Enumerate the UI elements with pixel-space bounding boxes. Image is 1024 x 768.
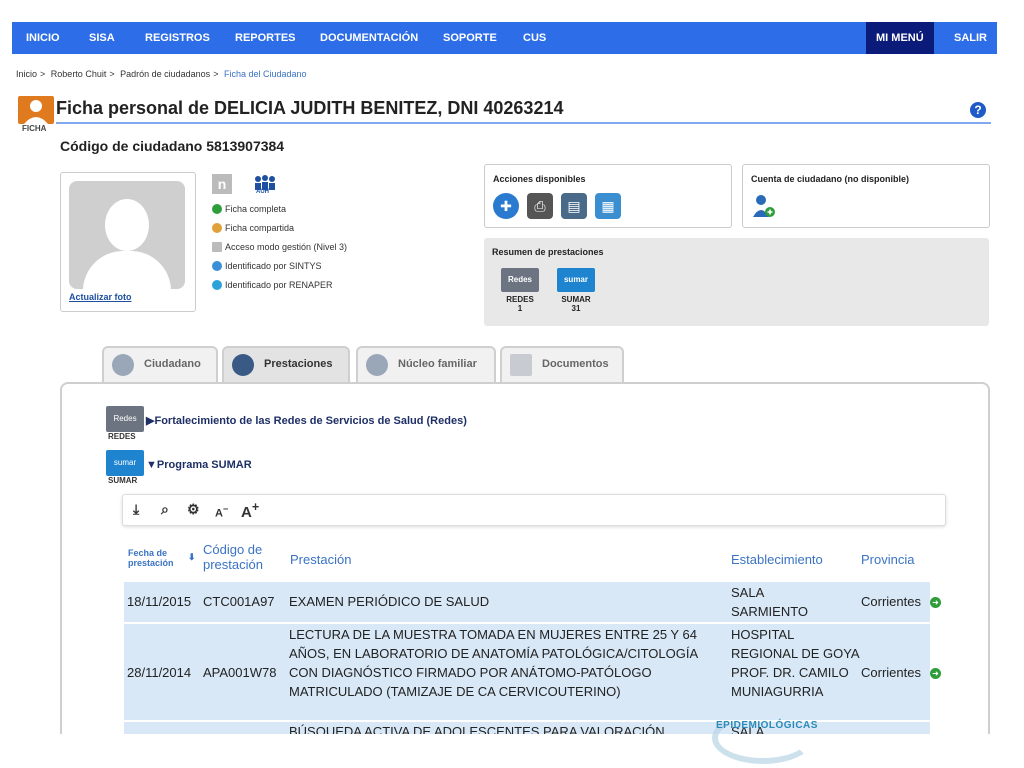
breadcrumb: Inicio > Roberto Chuit > Padrón de ciudada… bbox=[16, 69, 307, 79]
breadcrumb-current: Ficha del Ciudadano bbox=[223, 69, 307, 79]
ficha-icon-label: FICHA bbox=[22, 124, 47, 133]
check-icon bbox=[212, 203, 222, 214]
search-icon[interactable]: ⌕ bbox=[161, 501, 169, 518]
resumen-title: Resumen de prestaciones bbox=[492, 247, 604, 257]
acciones-title: Acciones disponibles bbox=[493, 174, 586, 184]
tab-prestaciones[interactable]: Prestaciones bbox=[222, 346, 350, 384]
table-row[interactable]: 18/11/2015 CTC001A97 EXAMEN PERIÓDICO DE… bbox=[124, 580, 941, 622]
photo-card: Actualizar foto bbox=[60, 172, 196, 312]
citizen-icon bbox=[112, 354, 134, 376]
cuenta-panel: Cuenta de ciudadano (no disponible) bbox=[742, 164, 990, 228]
calendar-icon[interactable]: ▦ bbox=[595, 193, 621, 219]
header-provincia[interactable]: Provincia bbox=[861, 552, 914, 567]
sumar-label: SUMAR bbox=[108, 476, 138, 485]
citizen-code: Código de ciudadano 5813907384 bbox=[60, 138, 285, 154]
nav-soporte[interactable]: SOPORTE bbox=[443, 22, 497, 54]
redes-label: REDES bbox=[108, 432, 136, 441]
n-icon: n bbox=[212, 174, 232, 194]
breadcrumb-item[interactable]: Roberto Chuit bbox=[51, 69, 107, 79]
nav-inicio[interactable]: INICIO bbox=[26, 22, 60, 54]
font-smaller-button[interactable]: A− bbox=[215, 504, 228, 520]
gear-icon[interactable]: ⚙ bbox=[187, 501, 200, 518]
header-codigo[interactable]: Código de prestación bbox=[203, 542, 283, 572]
cuenta-title: Cuenta de ciudadano (no disponible) bbox=[751, 174, 910, 184]
add-user-icon[interactable] bbox=[751, 193, 777, 224]
go-arrow-icon[interactable]: ➜ bbox=[930, 668, 941, 680]
print-card-icon[interactable]: ▤ bbox=[561, 193, 587, 219]
nav-sisa[interactable]: SISA bbox=[89, 22, 115, 54]
sintys-icon bbox=[212, 260, 222, 271]
breadcrumb-item[interactable]: Padrón de ciudadanos bbox=[120, 69, 210, 79]
nav-mi-menu[interactable]: MI MENÚ bbox=[866, 22, 934, 54]
status-item: Ficha completa bbox=[212, 199, 347, 218]
sumar-logo: sumar bbox=[557, 268, 595, 292]
vaccine-icon[interactable]: ✚ bbox=[493, 193, 519, 219]
tab-nucleo-familiar[interactable]: Núcleo familiar bbox=[356, 346, 496, 384]
header-fecha[interactable]: Fecha de prestación bbox=[128, 548, 184, 568]
footer-brand: EPIDEMIOLÓGICAS bbox=[716, 720, 818, 731]
sumar-logo: sumar bbox=[106, 450, 144, 476]
status-item: Identificado por RENAPER bbox=[212, 275, 347, 294]
nav-registros[interactable]: REGISTROS bbox=[145, 22, 210, 54]
top-nav: INICIO SISA REGISTROS REPORTES DOCUMENTA… bbox=[12, 22, 997, 54]
tab-ciudadano[interactable]: Ciudadano bbox=[102, 346, 218, 384]
document-icon bbox=[510, 354, 532, 376]
help-icon[interactable]: ? bbox=[970, 102, 986, 118]
prestaciones-icon bbox=[232, 354, 254, 376]
family-icon bbox=[366, 354, 388, 376]
table-row[interactable]: 28/11/2014 APA001W78 LECTURA DE LA MUEST… bbox=[124, 622, 941, 720]
program-sumar[interactable]: ▼Programa SUMAR bbox=[146, 459, 252, 471]
auh-icon: AUH bbox=[252, 174, 278, 198]
avatar bbox=[69, 181, 185, 289]
download-icon[interactable]: ⤓ bbox=[133, 501, 139, 518]
renaper-icon bbox=[212, 279, 222, 290]
redes-logo: Redes bbox=[106, 406, 144, 432]
title-divider bbox=[56, 122, 991, 124]
nav-cus[interactable]: CUS bbox=[523, 22, 546, 54]
status-item: Ficha compartida bbox=[212, 218, 347, 237]
nav-documentacion[interactable]: DOCUMENTACIÓN bbox=[320, 22, 418, 54]
status-item: Identificado por SINTYS bbox=[212, 256, 347, 275]
expanded-arrow-icon: ▼ bbox=[146, 459, 157, 471]
acciones-panel: Acciones disponibles ✚ ⎙ ▤ ▦ bbox=[484, 164, 732, 228]
ficha-icon: FICHA bbox=[18, 96, 54, 136]
status-item: Acceso modo gestión (Nivel 3) bbox=[212, 237, 347, 256]
resumen-item-redes[interactable]: Redes REDES 1 bbox=[500, 268, 540, 313]
table-toolbar: ⤓ ⌕ ⚙ A− A+ bbox=[122, 494, 946, 526]
font-larger-button[interactable]: A+ bbox=[241, 500, 259, 521]
page-title: Ficha personal de DELICIA JUDITH BENITEZ… bbox=[56, 98, 564, 118]
tab-documentos[interactable]: Documentos bbox=[500, 346, 624, 384]
header-prestacion[interactable]: Prestación bbox=[290, 552, 351, 567]
breadcrumb-item[interactable]: Inicio bbox=[16, 69, 37, 79]
nav-reportes[interactable]: REPORTES bbox=[235, 22, 296, 54]
edit-icon bbox=[212, 241, 222, 252]
header-establecimiento[interactable]: Establecimiento bbox=[731, 552, 823, 567]
program-redes[interactable]: ▶Fortalecimiento de las Redes de Servici… bbox=[146, 414, 467, 427]
resumen-panel: Resumen de prestaciones Redes REDES 1 su… bbox=[484, 238, 989, 326]
go-arrow-icon[interactable]: ➜ bbox=[930, 597, 941, 609]
print-icon[interactable]: ⎙ bbox=[527, 193, 553, 219]
app-frame: INICIO SISA REGISTROS REPORTES DOCUMENTA… bbox=[12, 22, 997, 734]
share-icon bbox=[212, 222, 222, 233]
sort-icon[interactable]: ⬇ bbox=[188, 552, 196, 563]
status-list: Ficha completa Ficha compartida Acceso m… bbox=[212, 199, 347, 294]
update-photo-link[interactable]: Actualizar foto bbox=[69, 292, 132, 302]
resumen-item-sumar[interactable]: sumar SUMAR 31 bbox=[556, 268, 596, 313]
redes-logo: Redes bbox=[501, 268, 539, 292]
nav-salir[interactable]: SALIR bbox=[954, 22, 987, 54]
